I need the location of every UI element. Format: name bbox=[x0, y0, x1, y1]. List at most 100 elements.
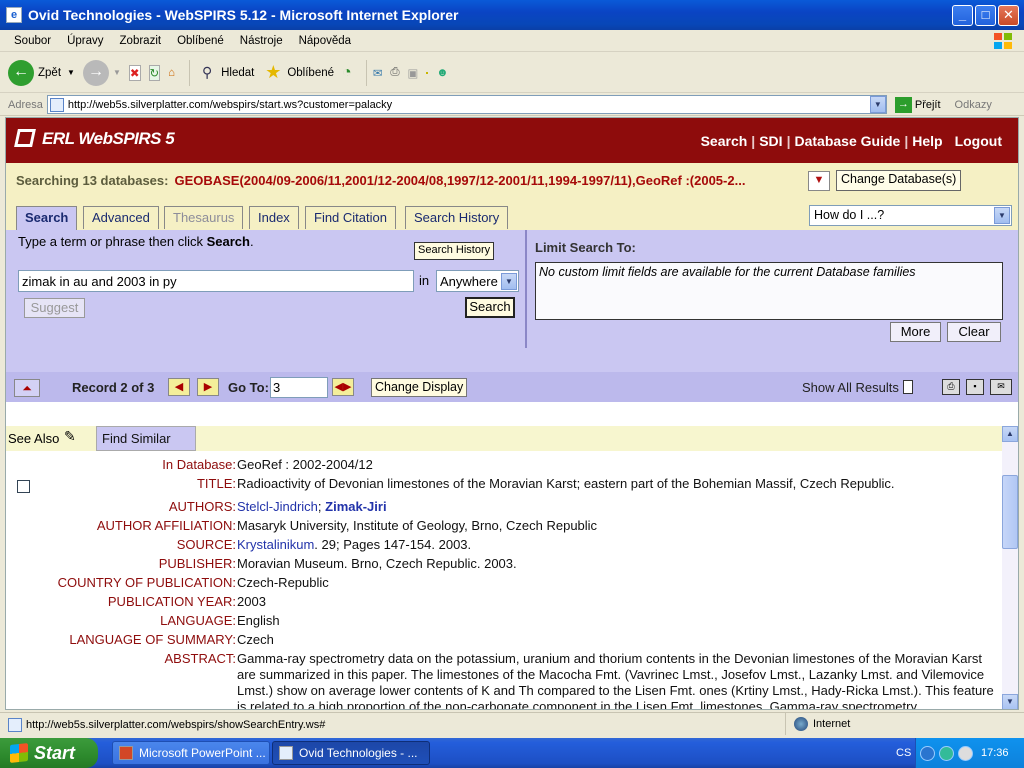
home-icon[interactable]: ⌂ bbox=[168, 67, 175, 79]
toolbar-separator bbox=[189, 59, 191, 86]
logo-square-icon bbox=[14, 129, 36, 147]
chevron-down-icon: ▼ bbox=[994, 207, 1010, 224]
refresh-icon[interactable]: ↻ bbox=[148, 64, 161, 81]
show-all-label: Show All Results bbox=[802, 380, 899, 395]
tab-search[interactable]: Search bbox=[16, 206, 78, 231]
zone-label: Internet bbox=[813, 718, 851, 730]
toolbar-separator bbox=[365, 59, 367, 86]
show-all-results[interactable]: Show All Results bbox=[802, 380, 913, 395]
print-icon[interactable]: ⎙ bbox=[942, 379, 960, 395]
search-history-button[interactable]: Search History bbox=[414, 242, 495, 260]
tray-network-icon[interactable] bbox=[939, 745, 954, 761]
top-icon[interactable]: ⏶ bbox=[14, 379, 40, 397]
tab-advanced[interactable]: Advanced bbox=[83, 206, 159, 229]
find-similar-button[interactable]: Find Similar bbox=[96, 426, 196, 451]
go-button[interactable]: → Přejít bbox=[894, 96, 941, 113]
menu-oblibene[interactable]: Oblíbené bbox=[177, 35, 224, 47]
language-indicator[interactable]: CS bbox=[896, 747, 911, 759]
change-display-button[interactable]: Change Display bbox=[371, 378, 468, 397]
task-ovid[interactable]: Ovid Technologies - ... bbox=[272, 741, 430, 765]
system-tray: 17:36 bbox=[915, 738, 1024, 768]
tray-back-icon[interactable] bbox=[920, 745, 935, 761]
status-bar: http://web5s.silverplatter.com/webspirs/… bbox=[0, 712, 1024, 736]
goto-input[interactable]: 3 bbox=[270, 377, 328, 398]
scroll-thumb[interactable] bbox=[1002, 475, 1018, 549]
how-do-i-select[interactable]: How do I ...? ▼ bbox=[809, 205, 1012, 226]
task-label: Microsoft PowerPoint ... bbox=[139, 746, 266, 760]
more-button[interactable]: More bbox=[890, 322, 941, 342]
task-powerpoint[interactable]: Microsoft PowerPoint ... bbox=[112, 741, 270, 765]
maximize-button[interactable]: □ bbox=[975, 5, 996, 26]
author-link[interactable]: Zimak-Jiri bbox=[325, 499, 386, 514]
menu-zobrazit[interactable]: Zobrazit bbox=[120, 35, 162, 47]
print-icon[interactable]: ⎙ bbox=[390, 66, 399, 79]
record-select-checkbox[interactable] bbox=[17, 480, 30, 493]
field-key: COUNTRY OF PUBLICATION: bbox=[57, 575, 236, 590]
search-input[interactable]: zimak in au and 2003 in py bbox=[18, 270, 414, 292]
history-icon[interactable]: ◔ bbox=[342, 64, 352, 82]
menu-soubor[interactable]: Soubor bbox=[14, 35, 51, 47]
author-link[interactable]: Stelcl-Jindrich bbox=[237, 499, 318, 514]
search-button[interactable]: ⚲ Hledat bbox=[196, 62, 254, 84]
powerpoint-icon bbox=[119, 746, 133, 760]
next-record-icon[interactable]: ▶ bbox=[197, 378, 219, 396]
forward-button[interactable]: → ▼ bbox=[82, 59, 121, 86]
field-value: Czech-Republic bbox=[237, 575, 329, 590]
minimize-button[interactable]: _ bbox=[952, 5, 973, 26]
search-button-main[interactable]: Search bbox=[465, 297, 515, 318]
nav-sdi[interactable]: SDI bbox=[759, 133, 782, 149]
address-bar: Adresa http://web5s.silverplatter.com/we… bbox=[0, 94, 1024, 116]
see-also-label: See Also bbox=[8, 431, 60, 446]
chevron-down-icon: ▼ bbox=[67, 68, 75, 77]
goto-arrows-icon[interactable]: ◀▶ bbox=[332, 378, 354, 396]
chevron-down-icon[interactable]: ▼ bbox=[869, 96, 886, 113]
close-button[interactable]: ✕ bbox=[998, 5, 1019, 26]
stop-icon[interactable]: ✖ bbox=[128, 64, 141, 81]
searching-label: Searching 13 databases: bbox=[16, 173, 169, 188]
vertical-scrollbar[interactable]: ▲ ▼ bbox=[1002, 426, 1018, 709]
globe-icon bbox=[794, 717, 808, 731]
menu-nastroje[interactable]: Nástroje bbox=[240, 35, 283, 47]
messenger-icon[interactable]: ☻ bbox=[436, 67, 448, 79]
nav-help[interactable]: Help bbox=[912, 133, 942, 149]
email-icon[interactable]: ✉ bbox=[990, 379, 1012, 395]
change-database-button[interactable]: Change Database(s) bbox=[836, 170, 962, 191]
forward-arrow-icon: → bbox=[82, 59, 109, 86]
tab-index[interactable]: Index bbox=[249, 206, 299, 229]
favorites-button[interactable]: ★ Oblíbené bbox=[262, 62, 334, 84]
nav-logout[interactable]: Logout bbox=[955, 133, 1002, 149]
erl-webspirs-logo: ERL WebSPIRS 5 bbox=[14, 129, 175, 149]
search-icon: ⚲ bbox=[201, 63, 213, 80]
discuss-icon[interactable] bbox=[426, 71, 429, 74]
back-button[interactable]: ← Zpět ▼ bbox=[8, 59, 75, 86]
field-value: Masaryk University, Institute of Geology… bbox=[237, 518, 598, 533]
scroll-down-icon[interactable]: ▼ bbox=[1002, 694, 1018, 709]
links-button[interactable]: Odkazy bbox=[955, 99, 992, 111]
scroll-up-icon[interactable]: ▲ bbox=[1002, 426, 1018, 442]
tab-thesaurus: Thesaurus bbox=[164, 206, 244, 229]
tab-search-history[interactable]: Search History bbox=[405, 206, 509, 229]
clear-button[interactable]: Clear bbox=[947, 322, 1001, 342]
record-counter: Record 2 of 3 bbox=[72, 380, 155, 395]
start-button[interactable]: Start bbox=[0, 738, 98, 768]
database-dropdown-icon[interactable]: ▼ bbox=[808, 171, 830, 191]
menu-upravy[interactable]: Úpravy bbox=[67, 35, 103, 47]
tray-volume-icon[interactable] bbox=[958, 745, 973, 761]
field-value: 2003 bbox=[237, 594, 266, 609]
nav-search[interactable]: Search bbox=[701, 133, 748, 149]
previous-record-icon[interactable]: ◀ bbox=[168, 378, 190, 396]
taskbar: Start Microsoft PowerPoint ... Ovid Tech… bbox=[0, 738, 1024, 768]
search-instruction: Type a term or phrase then click Search. bbox=[18, 234, 254, 249]
tab-find-citation[interactable]: Find Citation bbox=[305, 206, 396, 229]
address-input[interactable]: http://web5s.silverplatter.com/webspirs/… bbox=[46, 95, 887, 114]
source-link[interactable]: Krystalinikum bbox=[237, 537, 314, 552]
menu-napoveda[interactable]: Nápověda bbox=[299, 35, 351, 47]
mail-icon[interactable]: ✉ bbox=[373, 66, 383, 80]
nav-database-guide[interactable]: Database Guide bbox=[794, 133, 900, 149]
how-do-i-value: How do I ...? bbox=[814, 208, 885, 222]
edit-icon[interactable]: ▣ bbox=[408, 66, 419, 80]
field-select[interactable]: Anywhere ▼ bbox=[436, 270, 519, 292]
field-key: LANGUAGE OF SUMMARY: bbox=[69, 632, 236, 647]
abstract-text: Gamma-ray spectrometry data on the potas… bbox=[237, 651, 994, 709]
save-icon[interactable]: ▪ bbox=[966, 379, 984, 395]
